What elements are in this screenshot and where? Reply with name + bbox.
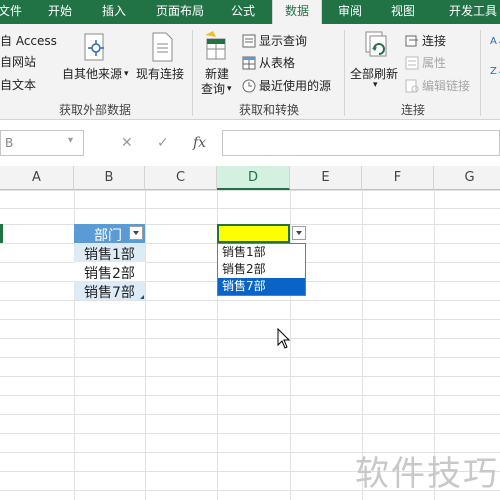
connections-icon	[405, 35, 418, 46]
tab-data[interactable]: 数据	[272, 0, 322, 25]
name-box-dropdown-icon[interactable]: ▾	[68, 135, 73, 146]
watermark-text: 软件技巧	[355, 454, 499, 494]
column-line	[145, 190, 146, 500]
existing-connections-button[interactable]: 现有连接	[136, 65, 184, 82]
sort-az-icon[interactable]: A↓	[490, 36, 500, 47]
new-query-icon[interactable]	[201, 29, 231, 66]
table-icon	[242, 56, 256, 69]
row-line	[0, 300, 500, 301]
active-row-marker	[0, 224, 3, 243]
from-access-button[interactable]: 自 Access	[0, 32, 57, 49]
table-header-cell[interactable]: 部门	[74, 224, 145, 244]
other-sources-button[interactable]: 自其他来源 ▾	[62, 65, 129, 82]
mouse-cursor-icon	[277, 328, 291, 349]
formula-bar: B ▾ ✕ ✓ fx	[0, 121, 500, 166]
from-table-button[interactable]: 从表格	[242, 54, 295, 71]
edit-links-icon	[405, 79, 419, 92]
insert-function-icon[interactable]: fx	[193, 135, 206, 151]
row-line	[0, 414, 500, 415]
column-header-b[interactable]: B	[74, 166, 145, 190]
group-label-get-external-data: 获取外部数据	[58, 103, 131, 117]
tab-developer[interactable]: 开发工具	[438, 0, 500, 24]
other-sources-icon[interactable]	[82, 30, 110, 67]
table-cell: 销售1部	[84, 247, 135, 263]
table-header-label: 部门	[94, 228, 122, 244]
dropdown-option[interactable]: 销售1部	[218, 244, 305, 261]
column-header-d[interactable]: D	[217, 166, 290, 190]
from-web-button[interactable]: 自网站	[0, 53, 36, 70]
column-header-a[interactable]: A	[0, 166, 74, 190]
from-text-button[interactable]: 自文本	[0, 76, 36, 93]
row-line	[0, 357, 500, 358]
row-line	[0, 190, 500, 191]
existing-connections-icon[interactable]	[148, 30, 176, 67]
column-header-c[interactable]: C	[145, 166, 217, 190]
tab-insert[interactable]: 插入	[94, 0, 134, 24]
group-label-get-and-transform: 获取和转换	[238, 103, 299, 117]
table-row[interactable]: 销售2部	[74, 262, 145, 282]
formula-input[interactable]	[222, 130, 500, 156]
recent-sources-button[interactable]: 最近使用的源	[242, 77, 331, 94]
refresh-all-dropdown-icon[interactable]: ▾	[373, 80, 378, 90]
row-line	[0, 433, 500, 434]
validation-dropdown-list[interactable]: 销售1部 销售2部 销售7部	[217, 243, 306, 296]
refresh-all-icon[interactable]	[362, 29, 392, 66]
filter-dropdown-icon[interactable]	[129, 226, 143, 240]
table-cell: 销售2部	[84, 266, 135, 282]
tab-review[interactable]: 审阅	[330, 0, 370, 24]
table-resize-handle[interactable]	[140, 295, 144, 299]
row-line	[0, 338, 500, 339]
tab-home[interactable]: 开始	[40, 0, 80, 24]
enter-icon[interactable]: ✓	[157, 135, 169, 151]
ribbon-tab-bar: 文件 开始 插入 页面布局 公式 数据 审阅 视图 开发工具	[0, 0, 500, 25]
group-separator	[192, 30, 193, 116]
show-queries-button[interactable]: 显示查询	[242, 32, 307, 49]
tab-page-layout[interactable]: 页面布局	[148, 0, 212, 24]
row-line	[0, 395, 500, 396]
row-line	[0, 208, 500, 209]
clock-icon	[242, 79, 256, 92]
table-row[interactable]: 销售7部	[74, 281, 145, 301]
group-label-connections: 连接	[400, 103, 425, 117]
group-separator	[480, 30, 481, 116]
dropdown-option-selected[interactable]: 销售7部	[218, 278, 305, 295]
tab-formulas[interactable]: 公式	[223, 0, 263, 24]
ribbon: 自 Access 自网站 自文本 自其他来源 ▾ 现有连接 获取外部数据 新建 …	[0, 24, 500, 120]
table-row[interactable]: 销售1部	[74, 243, 145, 263]
show-queries-icon	[242, 34, 256, 47]
sort-za-icon[interactable]: Z↓	[490, 66, 500, 77]
tab-file[interactable]: 文件	[0, 0, 30, 24]
validation-dropdown-icon[interactable]	[292, 226, 306, 240]
active-cell-d[interactable]	[217, 224, 290, 243]
column-header-g[interactable]: G	[434, 166, 500, 190]
connections-button[interactable]: 连接	[405, 32, 446, 49]
table-cell: 销售7部	[84, 285, 135, 301]
column-header-e[interactable]: E	[290, 166, 362, 190]
row-line	[0, 376, 500, 377]
dropdown-option[interactable]: 销售2部	[218, 261, 305, 278]
group-separator	[344, 30, 345, 116]
properties-button[interactable]: 属性	[405, 54, 446, 71]
edit-links-button[interactable]: 编辑链接	[405, 77, 470, 94]
cancel-icon[interactable]: ✕	[121, 135, 133, 151]
tab-view[interactable]: 视图	[383, 0, 423, 24]
column-header-f[interactable]: F	[362, 166, 434, 190]
properties-icon	[405, 56, 419, 69]
row-line	[0, 319, 500, 320]
new-query-button[interactable]: 查询 ▾	[201, 80, 232, 97]
